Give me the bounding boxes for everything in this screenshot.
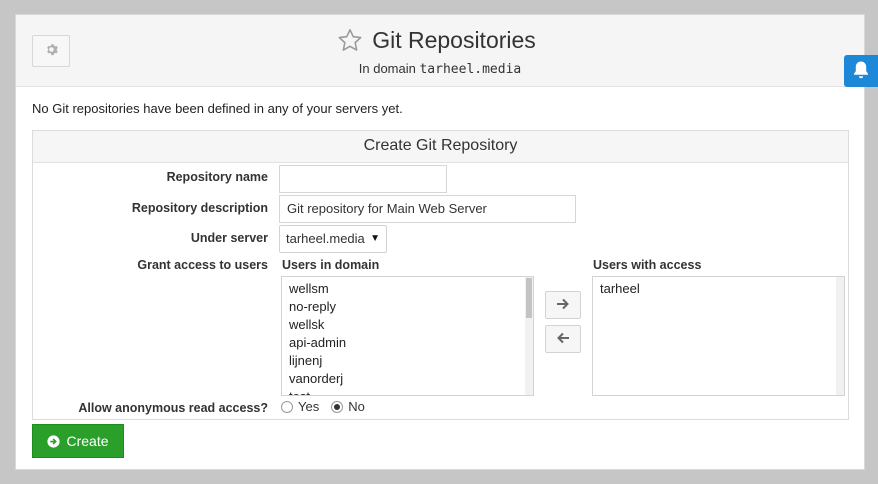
page-header: Git Repositories In domain tarheel.media: [16, 15, 864, 87]
add-access-button[interactable]: [545, 291, 581, 319]
list-item[interactable]: lijnenj: [282, 352, 533, 370]
create-button-label: Create: [66, 433, 109, 449]
repo-name-input[interactable]: [279, 165, 447, 193]
create-repo-form: Create Git Repository Repository name Re…: [32, 130, 849, 420]
users-with-access-header: Users with access: [593, 258, 702, 272]
list-item[interactable]: no-reply: [282, 298, 533, 316]
users-in-domain-header: Users in domain: [282, 258, 380, 272]
scrollbar[interactable]: [525, 277, 533, 395]
no-repos-notice: No Git repositories have been defined in…: [32, 101, 403, 116]
repo-desc-input[interactable]: Git repository for Main Web Server: [279, 195, 576, 223]
server-label: Under server: [190, 231, 268, 245]
server-select[interactable]: tarheel.media ▼: [279, 225, 387, 253]
page-subtitle: In domain tarheel.media: [16, 61, 864, 77]
chevron-down-icon: ▼: [370, 233, 380, 244]
arrow-right-icon: [556, 298, 570, 313]
grant-access-label: Grant access to users: [137, 258, 268, 272]
anon-yes-radio[interactable]: [281, 400, 293, 413]
subtitle-prefix: In domain: [358, 61, 416, 76]
anon-yes-label: Yes: [298, 399, 320, 414]
main-panel: Git Repositories In domain tarheel.media…: [15, 14, 865, 470]
users-with-access-list[interactable]: tarheel: [592, 276, 845, 396]
anon-read-radio-group: Yes No: [281, 399, 365, 414]
page-title: Git Repositories: [372, 27, 536, 53]
star-icon[interactable]: [336, 27, 364, 54]
radio-selected-dot: [334, 403, 341, 410]
list-item[interactable]: tarheel: [593, 280, 844, 298]
list-item[interactable]: wellsk: [282, 316, 533, 334]
list-item[interactable]: vanorderj: [282, 370, 533, 388]
bell-icon: [852, 60, 870, 83]
notifications-button[interactable]: [844, 55, 878, 87]
users-in-domain-list[interactable]: wellsm no-reply wellsk api-admin lijnenj…: [281, 276, 534, 396]
anon-no-label: No: [348, 399, 365, 414]
repo-desc-label: Repository description: [131, 201, 268, 215]
form-heading: Create Git Repository: [33, 131, 848, 163]
circle-arrow-right-icon: [47, 434, 61, 448]
list-item[interactable]: wellsm: [282, 280, 533, 298]
list-item[interactable]: api-admin: [282, 334, 533, 352]
anon-no-radio[interactable]: [331, 400, 344, 413]
domain-name: tarheel.media: [419, 62, 522, 77]
anon-read-label: Allow anonymous read access?: [78, 401, 268, 415]
title-row: Git Repositories: [16, 27, 864, 54]
remove-access-button[interactable]: [545, 325, 581, 353]
arrow-left-icon: [556, 332, 570, 347]
server-select-value: tarheel.media: [286, 231, 365, 246]
scrollbar-thumb[interactable]: [526, 278, 532, 318]
repo-name-label: Repository name: [166, 170, 268, 184]
list-item[interactable]: test: [282, 388, 533, 395]
create-button[interactable]: Create: [32, 424, 124, 458]
scrollbar[interactable]: [836, 277, 844, 395]
